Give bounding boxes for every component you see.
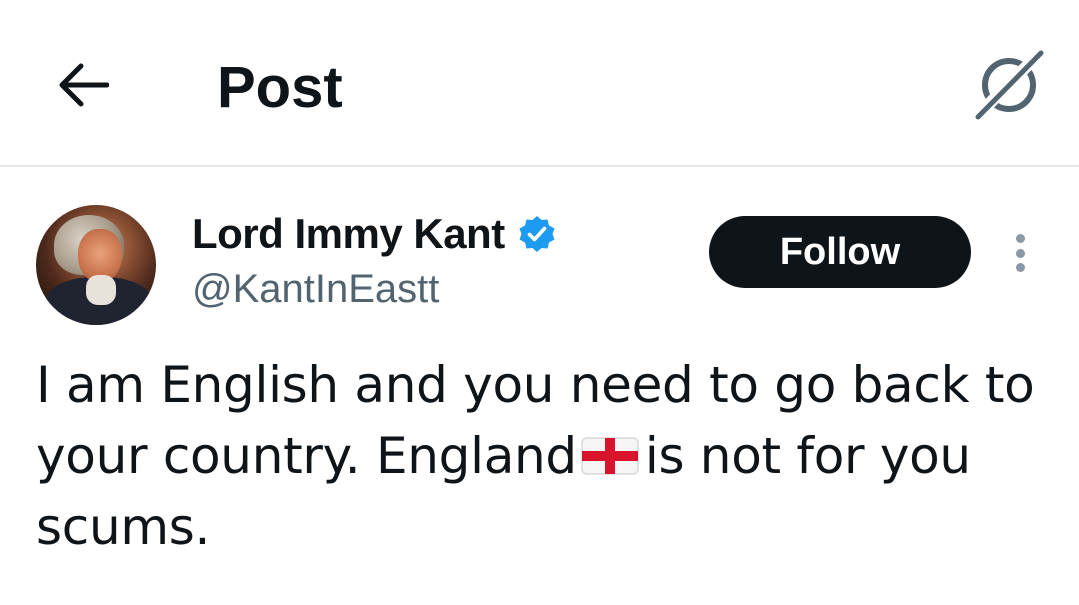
more-options-button[interactable] [1000,226,1040,280]
avatar[interactable] [36,205,156,325]
verified-badge-icon [517,214,557,254]
top-bar: Post [0,0,1079,167]
england-flag-icon [581,425,639,475]
author-handle[interactable]: @KantInEastt [192,264,439,314]
follow-button[interactable]: Follow [709,216,971,288]
author-name-row[interactable]: Lord Immy Kant [192,208,557,260]
grok-icon [975,50,1044,120]
post-text: I am English and you need to go back to … [36,350,1046,563]
author-display-name[interactable]: Lord Immy Kant [192,208,505,260]
more-vertical-icon [1015,234,1025,243]
back-button[interactable] [50,52,116,118]
arrow-left-icon [59,63,109,107]
page-title: Post [217,55,343,120]
grok-button[interactable] [969,44,1049,124]
